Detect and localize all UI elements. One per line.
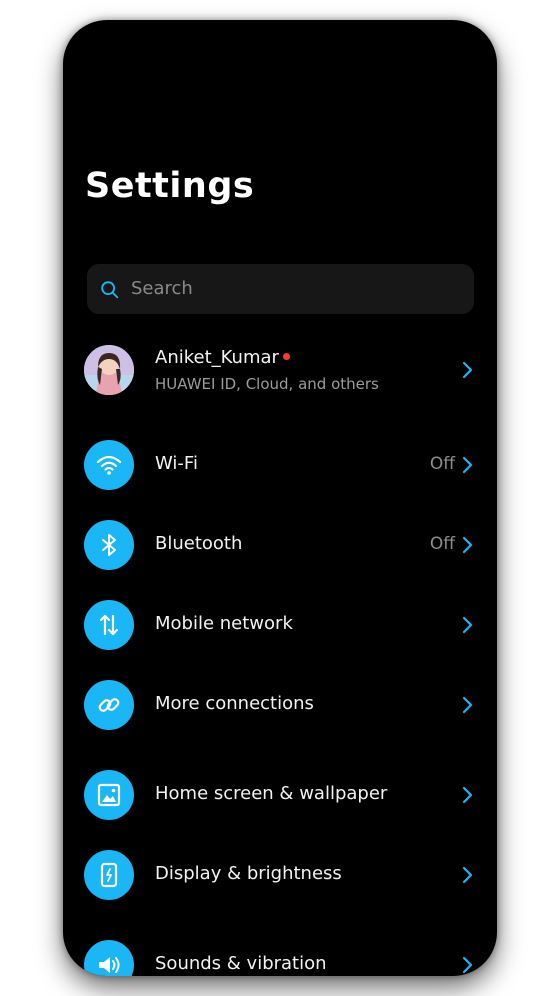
account-name: Aniket_Kumar — [155, 347, 290, 368]
item-value: Off — [429, 534, 455, 554]
settings-item-wifi[interactable]: Wi-Fi Off — [63, 430, 497, 500]
bluetooth-icon — [84, 520, 134, 570]
chevron-right-icon — [462, 456, 473, 474]
item-value: Off — [429, 454, 455, 474]
chevron-right-icon — [462, 866, 473, 884]
search-placeholder: Search — [131, 278, 193, 299]
wifi-icon — [84, 440, 134, 490]
chevron-right-icon — [462, 956, 473, 974]
item-label: More connections — [155, 693, 314, 714]
item-label: Mobile network — [155, 613, 293, 634]
account-subtitle: HUAWEI ID, Cloud, and others — [155, 375, 379, 393]
display-icon — [84, 850, 134, 900]
speaker-icon — [84, 940, 134, 976]
phone-screen: Settings Search Aniket_Kumar HUAWEI ID, … — [63, 20, 497, 976]
avatar — [84, 345, 134, 395]
notification-dot — [282, 352, 290, 360]
item-label: Bluetooth — [155, 533, 243, 554]
chevron-right-icon — [462, 786, 473, 804]
item-label: Wi-Fi — [155, 453, 198, 474]
settings-item-more-connections[interactable]: More connections — [63, 670, 497, 740]
page-title: Settings — [85, 166, 255, 206]
item-label: Display & brightness — [155, 863, 342, 884]
settings-item-home-screen[interactable]: Home screen & wallpaper — [63, 760, 497, 830]
settings-item-sounds[interactable]: Sounds & vibration — [63, 930, 497, 976]
search-icon — [101, 281, 119, 299]
settings-item-bluetooth[interactable]: Bluetooth Off — [63, 510, 497, 580]
settings-item-display[interactable]: Display & brightness — [63, 840, 497, 910]
account-row[interactable]: Aniket_Kumar HUAWEI ID, Cloud, and other… — [63, 335, 497, 405]
chevron-right-icon — [462, 536, 473, 554]
avatar-image — [84, 345, 134, 395]
settings-item-mobile-network[interactable]: Mobile network — [63, 590, 497, 660]
image-icon — [84, 770, 134, 820]
mobile-network-icon — [84, 600, 134, 650]
chevron-right-icon — [462, 361, 473, 379]
search-bar[interactable]: Search — [87, 264, 474, 314]
chevron-right-icon — [462, 696, 473, 714]
account-name-text: Aniket_Kumar — [155, 347, 279, 368]
chevron-right-icon — [462, 616, 473, 634]
item-label: Sounds & vibration — [155, 953, 327, 974]
link-icon — [84, 680, 134, 730]
item-label: Home screen & wallpaper — [155, 783, 388, 804]
